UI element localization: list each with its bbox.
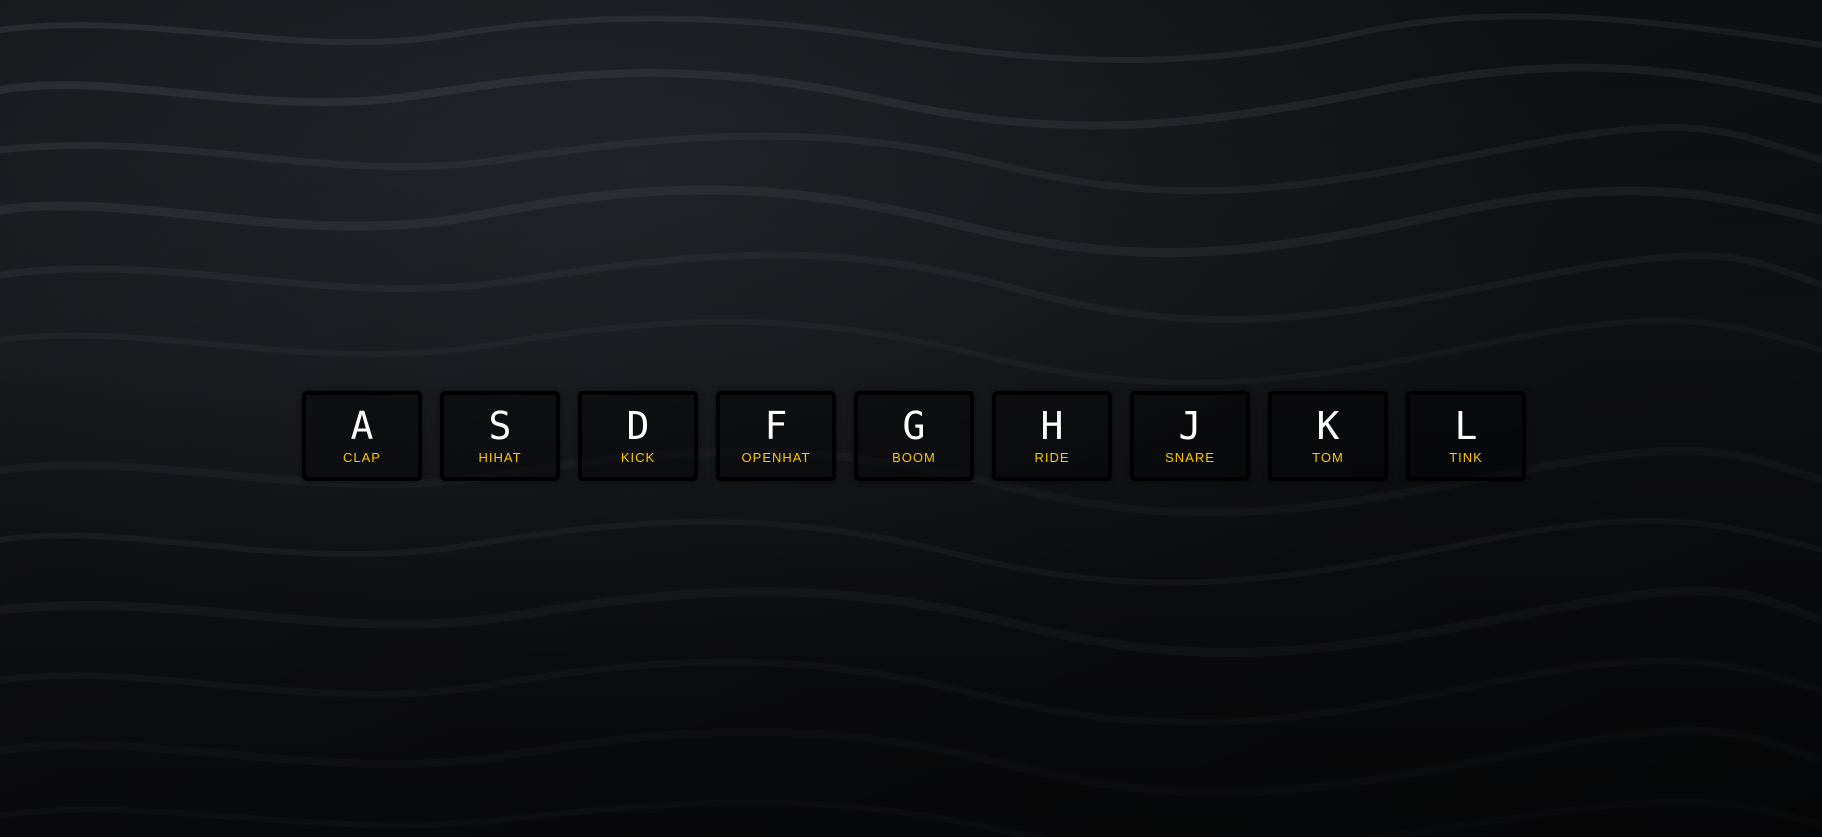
drum-key-clap[interactable]: A CLAP — [302, 391, 422, 481]
sound-label: CLAP — [343, 449, 381, 465]
drum-keys-row: A CLAP S HIHAT D KICK F OPENHAT G BOOM H… — [302, 391, 1526, 481]
drum-key-boom[interactable]: G BOOM — [854, 391, 974, 481]
sound-label: BOOM — [892, 449, 936, 465]
key-letter: J — [1178, 403, 1202, 448]
drum-key-ride[interactable]: H RIDE — [992, 391, 1112, 481]
key-letter: G — [902, 403, 926, 448]
key-letter: D — [626, 403, 650, 448]
drum-key-openhat[interactable]: F OPENHAT — [716, 391, 836, 481]
sound-label: HIHAT — [478, 449, 522, 465]
sound-label: SNARE — [1165, 449, 1215, 465]
key-letter: L — [1454, 403, 1478, 448]
sound-label: TOM — [1312, 449, 1344, 465]
drum-key-tink[interactable]: L TINK — [1406, 391, 1526, 481]
drum-key-hihat[interactable]: S HIHAT — [440, 391, 560, 481]
drum-key-tom[interactable]: K TOM — [1268, 391, 1388, 481]
sound-label: TINK — [1449, 449, 1483, 465]
drum-key-kick[interactable]: D KICK — [578, 391, 698, 481]
key-letter: K — [1316, 403, 1340, 448]
key-letter: S — [488, 403, 512, 448]
key-letter: H — [1040, 403, 1064, 448]
sound-label: RIDE — [1034, 449, 1070, 465]
sound-label: OPENHAT — [741, 449, 811, 465]
key-letter: F — [764, 403, 788, 448]
sound-label: KICK — [620, 449, 656, 465]
drum-key-snare[interactable]: J SNARE — [1130, 391, 1250, 481]
key-letter: A — [350, 403, 374, 448]
